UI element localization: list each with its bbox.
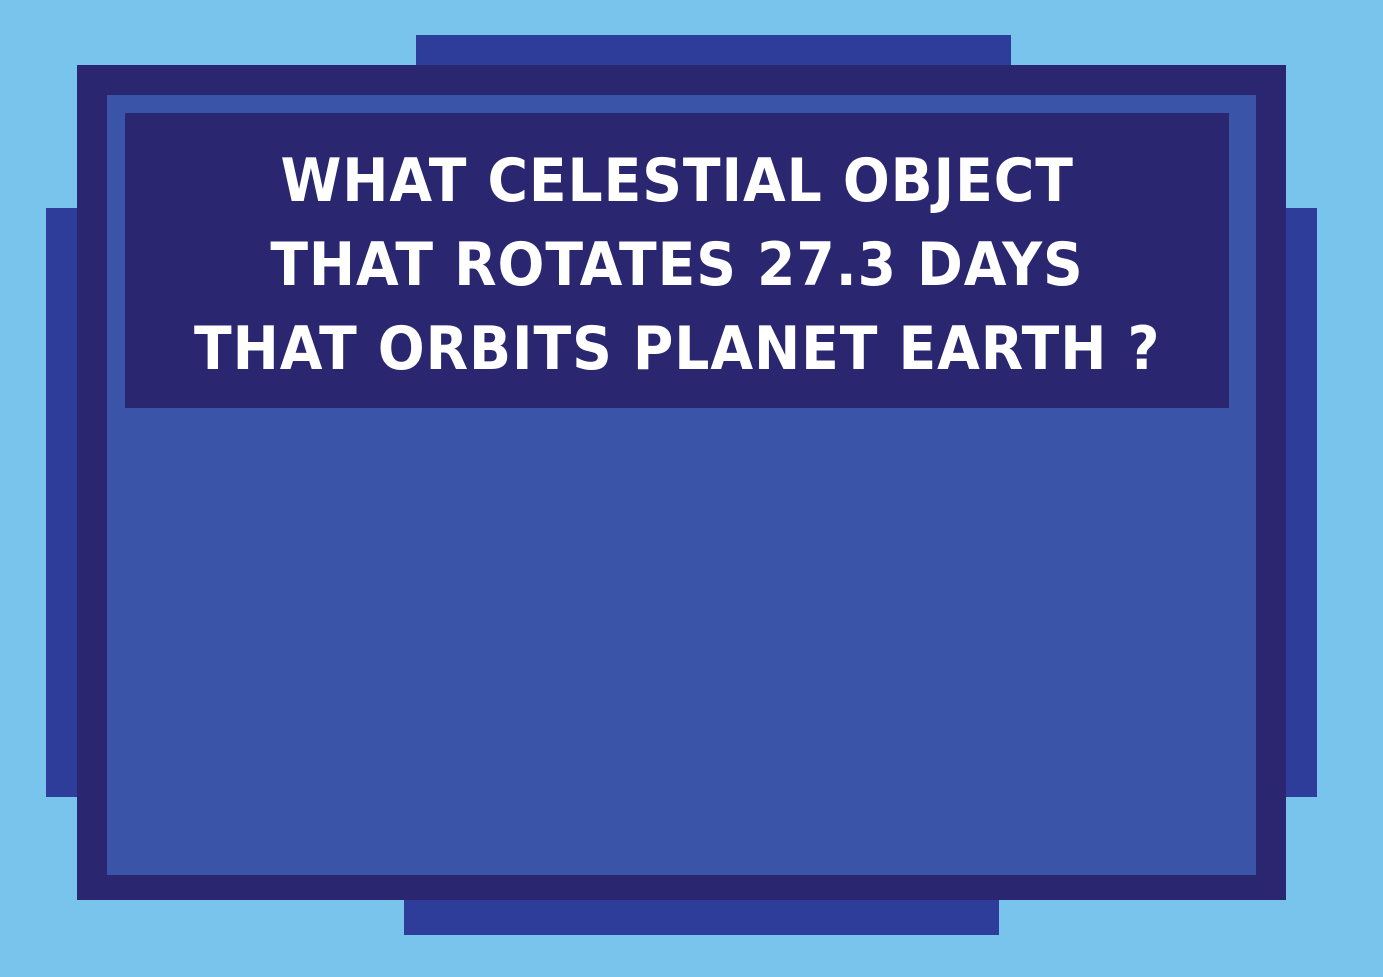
question-box: WHAT CELESTIAL OBJECT THAT ROTATES 27.3 … — [125, 113, 1229, 408]
question-line-1: WHAT CELESTIAL OBJECT — [280, 146, 1074, 216]
question-line-2: THAT ROTATES 27.3 DAYS — [270, 230, 1084, 300]
question-line-3: THAT ORBITS PLANET EARTH ? — [193, 314, 1161, 384]
